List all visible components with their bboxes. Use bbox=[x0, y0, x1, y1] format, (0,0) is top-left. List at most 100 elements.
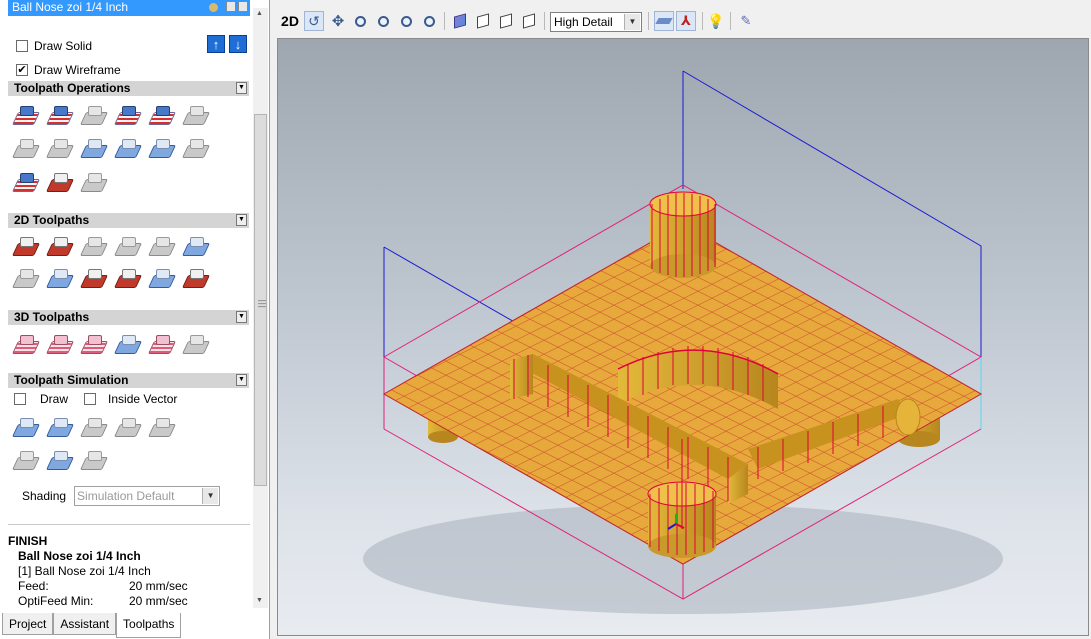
3d-viewport[interactable] bbox=[277, 38, 1089, 636]
optifeed-value: 20 mm/sec bbox=[129, 594, 188, 608]
inlay-toolpath-icon[interactable] bbox=[113, 266, 143, 295]
save-toolpath-icon[interactable] bbox=[11, 103, 41, 132]
toolpath-material-icon[interactable] bbox=[79, 103, 109, 132]
section-title: Toolpath Operations bbox=[14, 81, 131, 95]
selected-tool-header[interactable]: Ball Nose zoi 1/4 Inch bbox=[8, 0, 250, 16]
move-up-button[interactable]: ↑ bbox=[207, 35, 225, 53]
thread-milling-icon[interactable] bbox=[147, 266, 177, 295]
draw-solid-row: Draw Solid bbox=[16, 39, 92, 53]
material-setup-icon[interactable] bbox=[79, 136, 109, 165]
inside-vector-checkbox[interactable] bbox=[84, 393, 97, 405]
profile-toolpath-icon[interactable] bbox=[11, 234, 41, 263]
tool-database-icon[interactable] bbox=[181, 136, 211, 165]
project-toolpath-icon[interactable] bbox=[113, 332, 143, 361]
fluting-toolpath-icon[interactable] bbox=[45, 266, 75, 295]
shading-value: Simulation Default bbox=[77, 489, 175, 503]
save-template-icon[interactable] bbox=[113, 136, 143, 165]
view-2d-button[interactable]: 2D bbox=[280, 11, 300, 31]
scroll-up-icon[interactable]: ▲ bbox=[256, 10, 263, 17]
status-dot-icon bbox=[209, 3, 218, 12]
pocket-toolpath-icon[interactable] bbox=[45, 234, 75, 263]
save-simulation-icon[interactable] bbox=[11, 448, 41, 477]
detail-level-select[interactable]: High Detail ▼ bbox=[550, 12, 642, 32]
load-template-icon[interactable] bbox=[147, 136, 177, 165]
side-cube-icon bbox=[523, 13, 535, 29]
simulate-toolpath-icon[interactable] bbox=[45, 415, 75, 444]
section-toolpath-simulation[interactable]: Toolpath Simulation ▼ bbox=[8, 373, 249, 388]
optifeed-label: OptiFeed Min: bbox=[18, 594, 94, 608]
toolbar-separator bbox=[544, 12, 545, 30]
rotate-icon: ↺ bbox=[308, 12, 320, 29]
moulding-toolpath-icon[interactable] bbox=[11, 266, 41, 295]
load-simulation-icon[interactable] bbox=[45, 448, 75, 477]
toolpath-info-icon[interactable] bbox=[45, 103, 75, 132]
add-toolpath-icon[interactable] bbox=[11, 170, 41, 199]
3d-raster-icon[interactable] bbox=[147, 332, 177, 361]
section-3d-toolpaths[interactable]: 3D Toolpaths ▼ bbox=[8, 310, 249, 325]
draw-wireframe-checkbox[interactable]: ✔ bbox=[16, 64, 28, 76]
toolpath-sheet-icon[interactable] bbox=[79, 170, 109, 199]
show-material-button[interactable] bbox=[654, 11, 674, 31]
show-axes-button[interactable]: ⅄ bbox=[676, 11, 696, 31]
move-down-button[interactable]: ↓ bbox=[229, 35, 247, 53]
zoom-in-button[interactable] bbox=[350, 11, 370, 31]
iso-view-button[interactable] bbox=[450, 11, 470, 31]
front-view-button[interactable] bbox=[496, 11, 516, 31]
side-view-button[interactable] bbox=[519, 11, 539, 31]
shading-select[interactable]: Simulation Default ▼ bbox=[74, 486, 221, 506]
collapse-icon[interactable]: ▼ bbox=[236, 374, 247, 386]
strategy-name: FINISH bbox=[8, 534, 48, 548]
zoom-out-button[interactable] bbox=[373, 11, 393, 31]
brush-icon: ✎ bbox=[740, 13, 752, 28]
lighting-button[interactable]: 💡 bbox=[706, 11, 726, 31]
merge-toolpaths-icon[interactable] bbox=[147, 103, 177, 132]
reset-preview-icon[interactable] bbox=[113, 415, 143, 444]
top-view-button[interactable] bbox=[473, 11, 493, 31]
simulate-all-icon[interactable] bbox=[11, 415, 41, 444]
collapse-icon[interactable]: ▼ bbox=[236, 214, 247, 226]
section-toolpath-operations[interactable]: Toolpath Operations ▼ bbox=[8, 81, 249, 96]
chevron-down-icon: ▼ bbox=[624, 14, 640, 30]
zoom-extents-button[interactable] bbox=[419, 11, 439, 31]
toolpath-preview-icon[interactable] bbox=[181, 332, 211, 361]
section-2d-toolpaths[interactable]: 2D Toolpaths ▼ bbox=[8, 213, 249, 228]
panel-tabs: Project Assistant Toolpaths bbox=[0, 613, 270, 639]
zoom-box-button[interactable] bbox=[396, 11, 416, 31]
toolpath-3d-scene bbox=[363, 70, 1003, 614]
quick-engrave-icon[interactable] bbox=[113, 234, 143, 263]
texture-toolpath-icon[interactable] bbox=[79, 266, 109, 295]
recalculate-toolpath-icon[interactable] bbox=[113, 103, 143, 132]
drilling-toolpath-icon[interactable] bbox=[79, 234, 109, 263]
simulation-pause-icon[interactable] bbox=[79, 415, 109, 444]
view-toolbar: 2D ↺ ✥ High Detail ▼ ⅄ 💡 ✎ bbox=[276, 8, 1091, 36]
tabs-icon[interactable] bbox=[11, 136, 41, 165]
prism-toolpath-icon[interactable] bbox=[181, 234, 211, 263]
view-options-button[interactable]: ✎ bbox=[736, 11, 756, 31]
scrollbar-thumb[interactable]: — — — bbox=[254, 114, 267, 486]
collapse-icon[interactable]: ▼ bbox=[236, 82, 247, 94]
array-toolpath-icon[interactable] bbox=[45, 170, 75, 199]
header-button-1[interactable] bbox=[226, 1, 236, 12]
tab-project[interactable]: Project bbox=[2, 613, 54, 635]
vcarve-toolpath-icon[interactable] bbox=[147, 234, 177, 263]
3d-profiling-icon[interactable] bbox=[79, 332, 109, 361]
tab-assistant[interactable]: Assistant bbox=[53, 613, 117, 635]
tab-toolpaths[interactable]: Toolpaths bbox=[116, 613, 182, 638]
simulation-settings-icon[interactable] bbox=[147, 415, 177, 444]
3d-roughing-icon[interactable] bbox=[11, 332, 41, 361]
toolpath-template-icon[interactable] bbox=[181, 103, 211, 132]
tool-name: Ball Nose zoi 1/4 Inch bbox=[18, 549, 141, 563]
panel-scrollbar[interactable]: ▲ — — — ▼ bbox=[253, 8, 268, 608]
draw-checkbox[interactable] bbox=[14, 393, 26, 405]
shading-label: Shading bbox=[22, 489, 67, 503]
rotate-view-button[interactable]: ↺ bbox=[304, 11, 324, 31]
collapse-icon[interactable]: ▼ bbox=[236, 311, 247, 323]
export-simulation-icon[interactable] bbox=[79, 448, 109, 477]
draw-solid-checkbox[interactable] bbox=[16, 40, 28, 52]
3d-finishing-icon[interactable] bbox=[45, 332, 75, 361]
scroll-down-icon[interactable]: ▼ bbox=[256, 597, 263, 604]
chamfer-toolpath-icon[interactable] bbox=[181, 266, 211, 295]
job-setup-icon[interactable] bbox=[45, 136, 75, 165]
header-button-2[interactable] bbox=[238, 1, 248, 12]
pan-view-button[interactable]: ✥ bbox=[328, 11, 348, 31]
